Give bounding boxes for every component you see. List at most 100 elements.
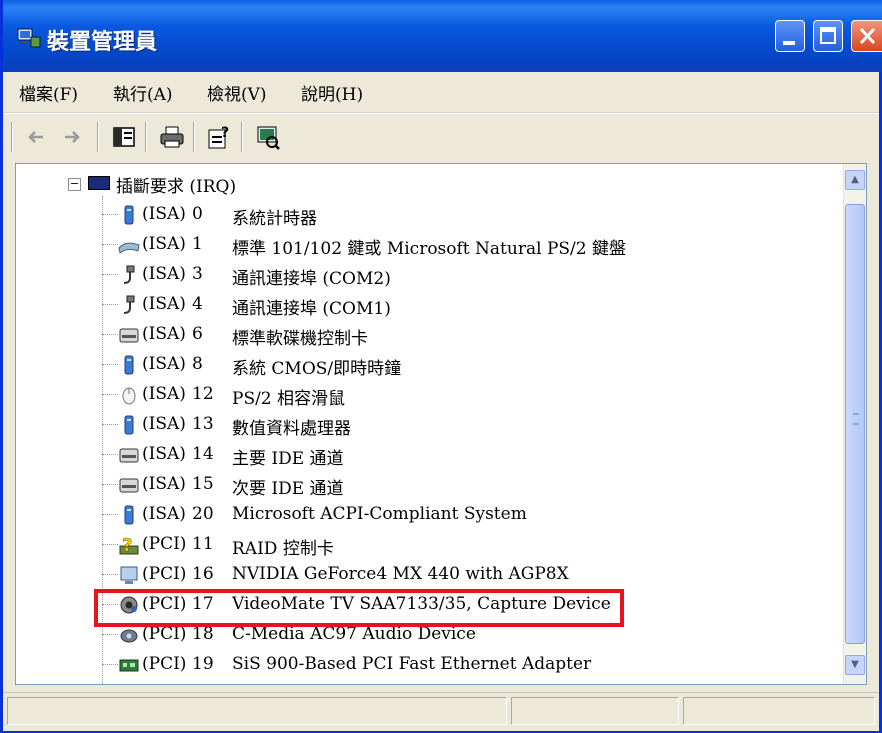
device-bus-type: (PCI): [142, 624, 187, 644]
device-irq-number: 16: [192, 564, 214, 584]
device-list-item[interactable]: (ISA) 12 PS/2 相容滑鼠: [102, 380, 842, 410]
scroll-down-button[interactable]: ▼: [845, 655, 865, 675]
device-list-item[interactable]: (ISA) 8 系統 CMOS/即時時鐘: [102, 350, 842, 380]
tree-guide-line: [102, 664, 118, 665]
minimize-icon: [783, 41, 795, 45]
device-irq-number: 8: [192, 354, 203, 374]
back-arrow-icon[interactable]: [23, 124, 49, 150]
device-list-item[interactable]: (ISA) 4 通訊連接埠 (COM1): [102, 290, 842, 320]
tree-guide-line: [102, 244, 118, 245]
tree-guide-line: [102, 364, 118, 365]
window-title: 裝置管理員: [47, 29, 158, 55]
device-irq-number: 15: [192, 474, 214, 494]
device-name: C-Media AC97 Audio Device: [232, 624, 476, 644]
svg-text:?: ?: [122, 535, 132, 556]
disk-controller-icon: [118, 324, 140, 346]
tree-guide-line: [102, 214, 118, 215]
device-irq-number: 12: [192, 384, 214, 404]
device-bus-type: (ISA): [142, 264, 186, 284]
device-bus-type: (ISA): [142, 384, 186, 404]
device-name: 通訊連接埠 (COM1): [232, 299, 391, 319]
display-adapter-icon: [118, 564, 140, 586]
device-bus-type: (ISA): [142, 354, 186, 374]
device-name: 標準 101/102 鍵或 Microsoft Natural PS/2 鍵盤: [232, 239, 626, 259]
disk-controller-icon: [118, 474, 140, 496]
device-list-item[interactable]: (ISA) 1 標準 101/102 鍵或 Microsoft Natural PS…: [102, 230, 842, 260]
menu-file[interactable]: 檔案(F): [19, 80, 78, 105]
collapse-toggle[interactable]: −: [68, 178, 81, 191]
system-device-icon: [118, 204, 140, 226]
properties-help-icon[interactable]: ?: [207, 124, 233, 150]
device-irq-number: 0: [192, 204, 203, 224]
device-irq-number: 4: [192, 294, 203, 314]
print-icon[interactable]: [159, 124, 185, 150]
toolbar-separator: [193, 122, 195, 152]
audio-device-icon: [118, 624, 140, 646]
device-list-item[interactable]: (ISA) 3 通訊連接埠 (COM2): [102, 260, 842, 290]
toolbar: ?: [3, 113, 879, 160]
device-bus-type: (ISA): [142, 294, 186, 314]
device-list-item[interactable]: (ISA) 0 系統計時器: [102, 200, 842, 230]
device-name: 主要 IDE 通道: [232, 449, 344, 469]
device-irq-number: 1: [192, 234, 203, 254]
device-bus-type: (ISA): [142, 204, 186, 224]
device-name: 標準軟碟機控制卡: [232, 329, 368, 349]
scroll-thumb[interactable]: [845, 204, 865, 644]
tree-guide-line: [102, 544, 118, 545]
mouse-icon: [118, 384, 140, 406]
show-hide-tree-icon[interactable]: [111, 124, 137, 150]
menu-view[interactable]: 檢視(V): [207, 80, 267, 105]
tree-guide-line: [102, 574, 118, 575]
forward-arrow-icon[interactable]: [59, 124, 85, 150]
tree-guide-line: [102, 514, 118, 515]
unknown-device-icon: ?: [118, 534, 140, 556]
device-bus-type: (ISA): [142, 444, 186, 464]
maximize-button[interactable]: [813, 20, 843, 52]
device-name: 通訊連接埠 (COM2): [232, 269, 391, 289]
scroll-up-button[interactable]: ▲: [845, 170, 865, 190]
tree-guide-line: [102, 454, 118, 455]
device-name: 系統計時器: [232, 209, 317, 229]
device-list-item[interactable]: (PCI) 19 SiS 900-Based PCI Fast Ethernet A…: [102, 650, 842, 680]
device-bus-type: (PCI): [142, 564, 187, 584]
device-irq-number: 19: [192, 654, 214, 674]
menu-action[interactable]: 執行(A): [113, 80, 173, 105]
device-name: 次要 IDE 通道: [232, 479, 344, 499]
irq-resource-icon: [88, 176, 110, 190]
device-manager-window: 裝置管理員 檔案(F) 執行(A) 檢視(V) 說明(H) ? − 插斷要求 (…: [0, 0, 882, 733]
menu-help[interactable]: 說明(H): [301, 80, 363, 105]
device-name: RAID 控制卡: [232, 539, 334, 559]
device-list-item[interactable]: (ISA) 20 Microsoft ACPI-Compliant System: [102, 500, 842, 530]
device-bus-type: (ISA): [142, 414, 186, 434]
device-list-item[interactable]: (ISA) 13 數值資料處理器: [102, 410, 842, 440]
tree-guide-line: [102, 424, 118, 425]
tree-guide-line: [102, 334, 118, 335]
svg-text:?: ?: [221, 125, 229, 141]
device-name: NVIDIA GeForce4 MX 440 with AGP8X: [232, 564, 569, 584]
system-device-icon: [118, 414, 140, 436]
toolbar-grip: [11, 122, 13, 152]
title-bar[interactable]: 裝置管理員: [3, 0, 882, 72]
maximize-icon: [820, 27, 836, 44]
vertical-scrollbar[interactable]: ▲ ▼: [843, 164, 866, 684]
device-bus-type: (ISA): [142, 474, 186, 494]
network-adapter-icon: [118, 654, 140, 676]
device-name: 系統 CMOS/即時時鐘: [232, 359, 402, 379]
close-button[interactable]: [851, 20, 882, 52]
device-bus-type: (ISA): [142, 504, 186, 524]
device-list-item[interactable]: (ISA) 6 標準軟碟機控制卡: [102, 320, 842, 350]
scan-hardware-changes-icon[interactable]: [255, 124, 281, 150]
device-list-item[interactable]: (ISA) 15 次要 IDE 通道: [102, 470, 842, 500]
device-list-item[interactable]: ? (PCI) 11 RAID 控制卡: [102, 530, 842, 560]
device-tree-panel[interactable]: − 插斷要求 (IRQ) (ISA) 0 系統計時器 (ISA) 1 標準 101/102…: [15, 163, 867, 685]
device-name: 數值資料處理器: [232, 419, 351, 439]
tree-node-label: 插斷要求 (IRQ): [116, 177, 237, 197]
device-irq-number: 14: [192, 444, 214, 464]
device-list-item[interactable]: (PCI) 16 NVIDIA GeForce4 MX 440 with AGP8X: [102, 560, 842, 590]
system-device-icon: [118, 354, 140, 376]
scroll-grip: [853, 413, 859, 425]
device-irq-number: 11: [192, 534, 214, 554]
minimize-button[interactable]: [775, 20, 805, 52]
device-manager-app-icon: [17, 28, 41, 48]
device-list-item[interactable]: (ISA) 14 主要 IDE 通道: [102, 440, 842, 470]
